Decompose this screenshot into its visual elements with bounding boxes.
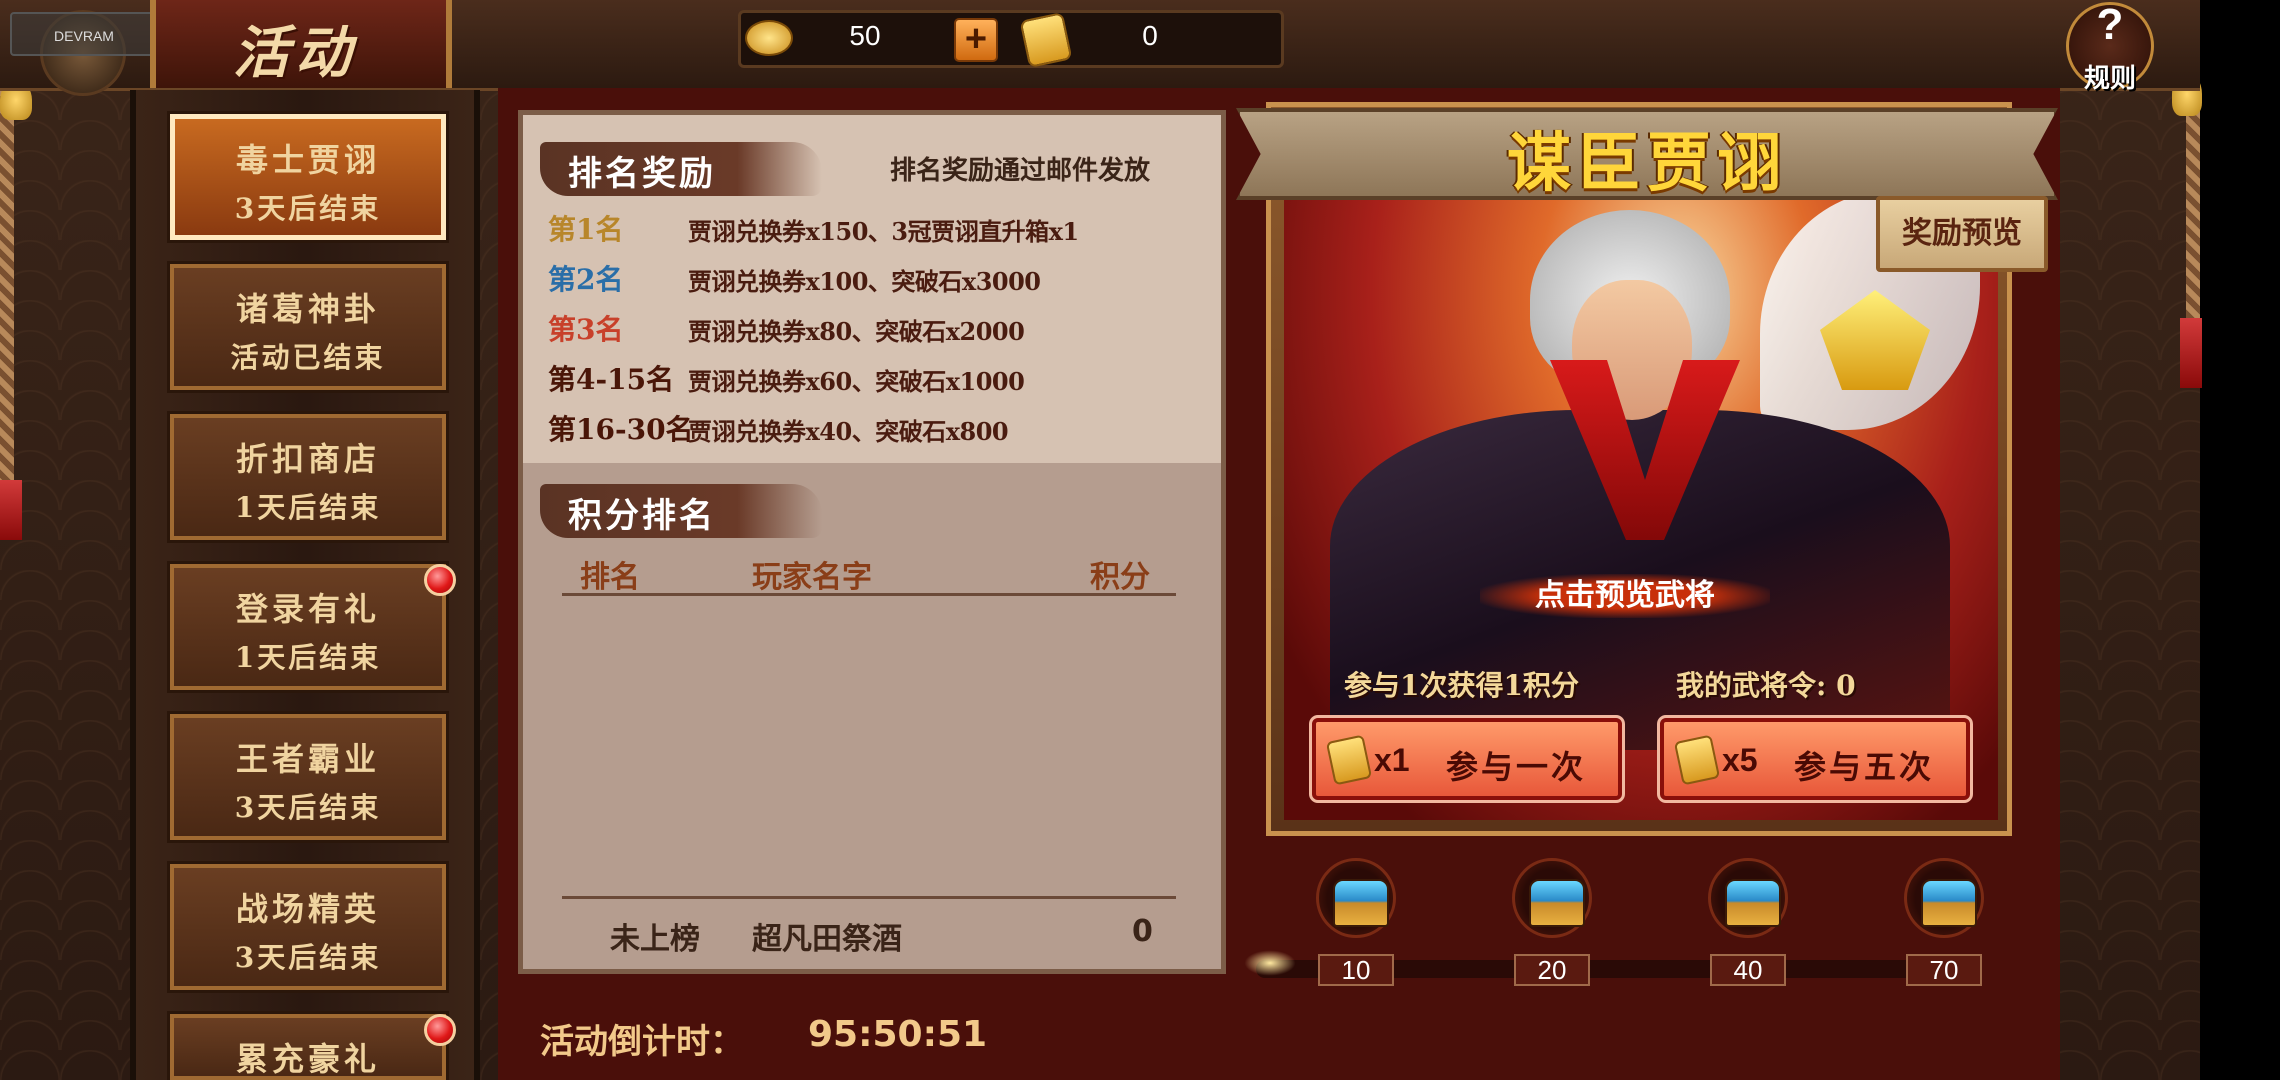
hero-banner-title: 谋臣贾诩 xyxy=(1507,126,1787,201)
activity-tab[interactable]: 王者霸业 3天后结束 xyxy=(167,711,449,843)
my-row-divider xyxy=(562,896,1176,899)
gold-ingot-icon xyxy=(745,20,793,56)
left-tassel-decoration xyxy=(0,480,22,540)
activity-tab-status: 活动已结束 xyxy=(230,341,386,374)
page-title: 活动 xyxy=(233,20,357,86)
activity-tab[interactable]: 诸葛神卦 活动已结束 xyxy=(167,261,449,393)
activity-tab[interactable]: 登录有礼 1天后结束 xyxy=(167,561,449,693)
rank-reward-items: 贾诩兑换券x60、突破石x1000 xyxy=(688,367,1025,396)
chest-box-art xyxy=(1529,879,1585,927)
score-ranking-heading: 积分排名 xyxy=(568,496,716,536)
add-gold-button[interactable]: + xyxy=(954,18,998,62)
activity-tab-status: 3天后结束 xyxy=(234,941,382,974)
countdown-label: 活动倒计时： xyxy=(540,1022,744,1062)
my-token-count: 我的武将令: 0 xyxy=(1676,669,1856,702)
token-amount: 0 xyxy=(1142,20,1158,51)
activity-tab-status: 3天后结束 xyxy=(234,791,382,824)
chest-box-art xyxy=(1921,879,1977,927)
right-tassel-decoration xyxy=(2180,318,2202,388)
activity-tab-status: 1天后结束 xyxy=(234,641,382,674)
activity-tab-status: 3天后结束 xyxy=(234,192,382,225)
activity-tab-name: 累充豪礼 xyxy=(235,1040,380,1078)
question-mark-icon: ? xyxy=(2096,0,2124,49)
join-once-label: 参与一次 xyxy=(1446,748,1587,786)
activity-tab-name: 登录有礼 xyxy=(235,590,380,628)
treasure-chest-icon[interactable] xyxy=(1904,858,1984,938)
activity-tab-status: 1天后结束 xyxy=(234,491,382,524)
column-header-rank: 排名 xyxy=(580,560,640,595)
my-player-name: 超凡田祭酒 xyxy=(752,922,902,957)
column-header-score: 积分 xyxy=(1090,560,1150,595)
treasure-chest-icon[interactable] xyxy=(1316,858,1396,938)
chest-box-art xyxy=(1725,879,1781,927)
activity-tab[interactable]: 毒士贾诩 3天后结束 xyxy=(167,111,449,243)
header-divider xyxy=(562,593,1176,596)
milestone-value: 20 xyxy=(1514,954,1590,986)
rank-reward-rank: 第1名 xyxy=(548,213,624,246)
activity-tab-name: 诸葛神卦 xyxy=(235,290,380,328)
join-five-cost: x5 xyxy=(1722,742,1758,778)
countdown-timer: 95:50:51 xyxy=(808,1014,988,1055)
progress-sparkle xyxy=(1240,948,1300,978)
participate-info: 参与1次获得1积分 xyxy=(1344,669,1579,702)
rules-label: 规则 xyxy=(2083,64,2136,94)
rank-reward-items: 贾诩兑换券x150、3冠贾诩直升箱x1 xyxy=(688,217,1079,246)
join-once-button[interactable]: x1 参与一次 xyxy=(1309,715,1625,803)
rank-reward-rank: 第2名 xyxy=(548,263,624,296)
rank-reward-rank: 第3名 xyxy=(548,313,624,346)
rank-reward-heading: 排名奖励 xyxy=(568,154,716,194)
chest-box-art xyxy=(1333,879,1389,927)
rank-reward-items: 贾诩兑换券x40、突破石x800 xyxy=(688,417,1009,446)
activity-tab[interactable]: 战场精英 3天后结束 xyxy=(167,861,449,993)
reward-preview-button[interactable]: 奖励预览 xyxy=(1876,196,2048,272)
notification-badge xyxy=(424,564,456,596)
screen-edge xyxy=(2200,0,2280,1080)
join-five-label: 参与五次 xyxy=(1794,748,1935,786)
activity-tab-name: 战场精英 xyxy=(235,890,380,928)
join-once-cost: x1 xyxy=(1374,742,1410,778)
rank-reward-note: 排名奖励通过邮件发放 xyxy=(890,156,1151,186)
gold-amount: 50 xyxy=(849,20,881,51)
activity-tab-name: 折扣商店 xyxy=(235,440,380,478)
join-five-button[interactable]: x5 参与五次 xyxy=(1657,715,1973,803)
activity-tab-name: 毒士贾诩 xyxy=(235,141,380,179)
rank-reward-rank: 第16-30名 xyxy=(548,413,694,446)
activity-tab[interactable]: 折扣商店 1天后结束 xyxy=(167,411,449,543)
general-token-icon xyxy=(1673,734,1721,786)
my-score: 0 xyxy=(1132,914,1153,949)
milestone-value: 70 xyxy=(1906,954,1982,986)
notification-badge xyxy=(424,1014,456,1046)
rank-reward-items: 贾诩兑换券x80、突破石x2000 xyxy=(688,317,1025,346)
preview-hero-button[interactable]: 点击预览武将 xyxy=(1480,574,1770,618)
general-token-icon xyxy=(1325,734,1373,786)
rank-reward-rank: 第4-15名 xyxy=(548,363,675,396)
debug-overlay-label: DEVRAM xyxy=(10,12,158,56)
column-header-player: 玩家名字 xyxy=(752,560,872,595)
milestone-value: 40 xyxy=(1710,954,1786,986)
left-rope-decoration xyxy=(0,60,14,520)
treasure-chest-icon[interactable] xyxy=(1708,858,1788,938)
treasure-chest-icon[interactable] xyxy=(1512,858,1592,938)
activity-tab[interactable]: 累充豪礼 xyxy=(167,1011,449,1080)
activity-tab-name: 王者霸业 xyxy=(235,740,380,778)
my-rank: 未上榜 xyxy=(610,922,700,957)
rank-reward-items: 贾诩兑换券x100、突破石x3000 xyxy=(688,267,1041,296)
milestone-value: 10 xyxy=(1318,954,1394,986)
